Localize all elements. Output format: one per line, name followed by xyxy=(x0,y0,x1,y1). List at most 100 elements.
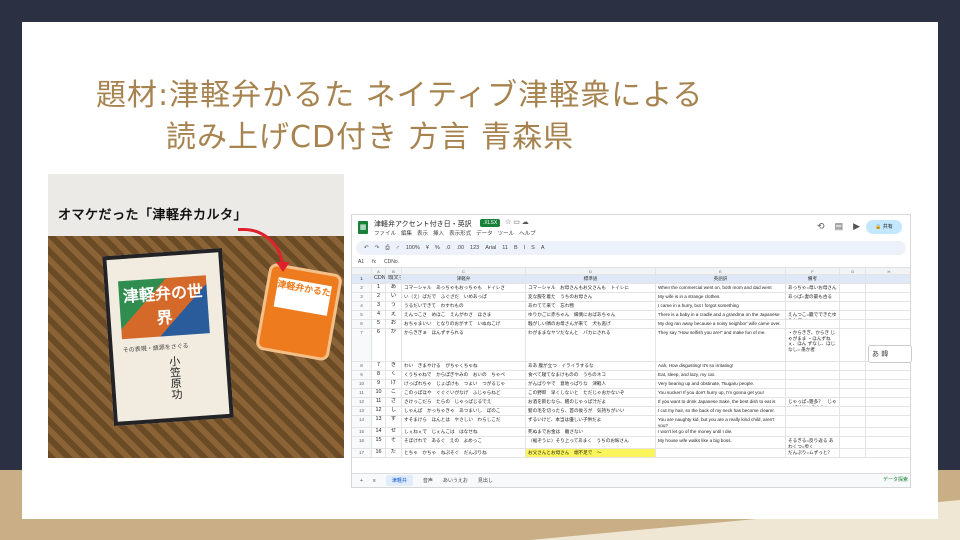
table-cell-en[interactable]: Aah, How disgusting! It's so irritating! xyxy=(656,362,786,370)
sheet-grid[interactable]: A B C D E F G H 1 CDNo. 頭文字 津軽弁 標準語 英語訳 … xyxy=(352,268,910,458)
share-button[interactable]: 🔒 共有 xyxy=(866,220,902,234)
tab-aiueo[interactable]: あいうえお xyxy=(443,477,468,484)
table-cell-empty[interactable] xyxy=(840,389,866,397)
floating-ime-widget[interactable]: あ 韓 xyxy=(868,345,912,363)
table-cell-note[interactable] xyxy=(786,320,840,328)
row-number[interactable]: 9 xyxy=(352,371,372,379)
print-icon[interactable]: ⎙ xyxy=(385,245,389,252)
table-cell-note[interactable]: ・からきぎ、からき じゃがまま ・ほんずねぇ、ほん ずなし、ほじなし= 愚か者 xyxy=(786,329,840,361)
table-cell-cd[interactable]: 1 xyxy=(372,284,386,292)
table-cell-cd[interactable]: 9 xyxy=(372,380,386,388)
table-cell-note[interactable] xyxy=(786,371,840,379)
table-cell-en[interactable]: You are naughty kid, but you are a reall… xyxy=(656,416,786,427)
table-cell-en[interactable]: My dog ran away because a noisy neighbor… xyxy=(656,320,786,328)
comment-icon[interactable]: ▤ xyxy=(835,221,844,232)
table-cell-note[interactable]: そるぎる=反り返る あわくつ=歩く xyxy=(786,437,840,448)
table-cell-tg[interactable]: そぼけれで あるぐ えの よめっこ xyxy=(402,437,526,448)
decrease-decimal-button[interactable]: .0 xyxy=(446,245,451,251)
row-number[interactable]: 17 xyxy=(352,449,372,457)
currency-button[interactable]: ¥ xyxy=(426,245,429,251)
table-cell-tg[interactable]: おちゃまいい となりのおがすて いぬねこげ xyxy=(402,320,526,328)
table-cell-note[interactable]: あっちゃ=母いお母さん xyxy=(786,284,840,292)
table-cell-k[interactable]: き xyxy=(386,362,402,370)
table-cell-tg[interactable]: えんつこさ めほこ えんがわさ ほさま xyxy=(402,311,526,319)
table-cell-en[interactable]: If you want to drink Japanese Sake, the … xyxy=(656,398,786,406)
row-number[interactable]: 15 xyxy=(352,428,372,436)
tab-tsugaru[interactable]: 津軽弁 xyxy=(385,475,413,486)
row-number[interactable]: 11 xyxy=(352,389,372,397)
table-cell-en[interactable]: My wife is in a strange clothes. xyxy=(656,293,786,301)
table-cell-k[interactable]: こ xyxy=(386,389,402,397)
table-cell-std[interactable]: ああ 腹が立つ イライラするな xyxy=(526,362,656,370)
corner-cell[interactable] xyxy=(352,268,372,274)
redo-icon[interactable]: ↷ xyxy=(375,245,380,251)
table-cell-note[interactable] xyxy=(786,380,840,388)
table-cell-en[interactable]: I came in a hurry, but I forgot somethin… xyxy=(656,302,786,310)
header-cell[interactable]: 標準語 xyxy=(526,275,656,283)
table-cell-en[interactable]: My house wife walks like a big boss. xyxy=(656,437,786,448)
font-size-input[interactable]: 11 xyxy=(502,245,508,251)
table-cell-cd[interactable]: 5 xyxy=(372,320,386,328)
table-cell-empty[interactable] xyxy=(840,329,866,361)
table-cell-note[interactable] xyxy=(786,407,840,415)
table-cell-k[interactable]: あ xyxy=(386,284,402,292)
table-cell-std[interactable]: 変な服を着た うちのお母さん xyxy=(526,293,656,301)
row-number[interactable]: 1 xyxy=(352,275,372,283)
table-cell-note[interactable]: えんつこ=籠でできたゆりかご xyxy=(786,311,840,319)
table-cell-en[interactable]: I won't let go of the money until I die. xyxy=(656,428,786,436)
table-cell-tg[interactable]: くうちゃねで からぽぎやみの おいの ちゃペ xyxy=(402,371,526,379)
table-cell-empty[interactable] xyxy=(866,428,910,436)
header-cell[interactable]: 津軽弁 xyxy=(402,275,526,283)
star-icon[interactable]: ☆ ▭ ☁ xyxy=(505,218,529,226)
table-cell-note[interactable] xyxy=(786,362,840,370)
header-cell[interactable]: 頭文字 xyxy=(386,275,402,283)
table-cell-empty[interactable] xyxy=(840,449,866,457)
history-icon[interactable]: ⟲ xyxy=(817,221,825,232)
menu-format[interactable]: 表示形式 xyxy=(449,229,471,237)
table-cell-empty[interactable] xyxy=(840,293,866,301)
table-cell-tg[interactable]: このっぽほや ぐぐぐいがなげ ふじゃらねど xyxy=(402,389,526,397)
table-cell-empty[interactable] xyxy=(840,437,866,448)
table-cell-std[interactable]: がんばりやで 意地っぱりな 津軽人 xyxy=(526,380,656,388)
table-cell-empty[interactable] xyxy=(866,407,910,415)
meet-icon[interactable]: ▶ xyxy=(853,221,860,232)
table-cell-tg[interactable]: からきぎぁ ほんずすられる xyxy=(402,329,526,361)
table-cell-std[interactable]: 食べて寝てなまけものの うちのネコ xyxy=(526,371,656,379)
table-cell-cd[interactable]: 2 xyxy=(372,293,386,301)
table-cell-tg[interactable]: とちゃ かちゃ ねぷそぐ だんぷりね xyxy=(402,449,526,457)
sheets-logo-icon[interactable]: ▦ xyxy=(358,221,368,234)
table-cell-k[interactable]: す xyxy=(386,416,402,427)
table-cell-k[interactable]: け xyxy=(386,380,402,388)
table-cell-en[interactable]: They say "How selfish you are!" and make… xyxy=(656,329,786,361)
table-cell-note[interactable] xyxy=(786,302,840,310)
all-sheets-icon[interactable]: ≡ xyxy=(373,478,376,484)
table-cell-note[interactable]: あっぱ=妻の最も古る xyxy=(786,293,840,301)
bold-button[interactable]: B xyxy=(514,245,518,251)
header-cell[interactable] xyxy=(866,275,910,283)
table-cell-note[interactable] xyxy=(786,416,840,427)
table-cell-empty[interactable] xyxy=(840,398,866,406)
table-cell-k[interactable]: せ xyxy=(386,428,402,436)
table-cell-tg[interactable]: しぇねぇで じぇんこは はなせね xyxy=(402,428,526,436)
menu-data[interactable]: データ xyxy=(476,229,493,237)
font-select[interactable]: Arial xyxy=(485,245,496,251)
row-number[interactable]: 4 xyxy=(352,302,372,310)
table-cell-std[interactable]: ゆりかごに赤ちゃん 縁側におばあちゃん xyxy=(526,311,656,319)
row-number[interactable]: 12 xyxy=(352,398,372,406)
table-cell-en[interactable]: You sucker! If you don't hurry up, I'm g… xyxy=(656,389,786,397)
col-letter[interactable]: A xyxy=(372,268,386,274)
table-cell-empty[interactable] xyxy=(866,389,910,397)
col-letter[interactable]: E xyxy=(656,268,786,274)
table-cell-cd[interactable]: 3 xyxy=(372,302,386,310)
table-cell-k[interactable]: た xyxy=(386,449,402,457)
col-letter[interactable]: F xyxy=(786,268,840,274)
table-cell-en[interactable] xyxy=(656,449,786,457)
table-cell-tg[interactable]: さけっこだら たらの じゃっぱじるでえ xyxy=(402,398,526,406)
row-number[interactable]: 16 xyxy=(352,437,372,448)
table-cell-std[interactable]: 騒がしい隣のお母さんが来て 犬も逃げ xyxy=(526,320,656,328)
table-cell-tg[interactable]: コマーシャル あっちゃもおっちゃも ドイレさ xyxy=(402,284,526,292)
header-cell[interactable]: 英語訳 xyxy=(656,275,786,283)
table-cell-tg[interactable]: しゃんぱ かっちゃきゃ あつまいし ぼのこ xyxy=(402,407,526,415)
table-cell-empty[interactable] xyxy=(840,380,866,388)
table-cell-empty[interactable] xyxy=(866,284,910,292)
